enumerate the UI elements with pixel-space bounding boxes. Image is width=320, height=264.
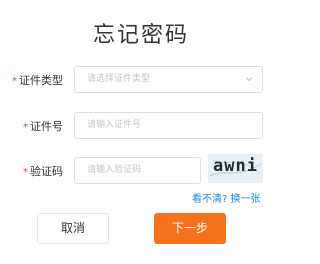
id-type-placeholder: 请选择证件类型 — [87, 74, 151, 84]
chevron-down-icon — [245, 77, 253, 82]
id-type-label-group: * 证件类型 — [12, 72, 63, 88]
id-number-input[interactable]: 请输入证件号 — [74, 112, 263, 139]
captcha-text: awni — [213, 156, 258, 176]
id-number-label-group: * 证件号 — [23, 118, 63, 134]
refresh-captcha-link[interactable]: 看不清? 换一张 — [192, 190, 261, 205]
captcha-image[interactable]: awni — [208, 154, 263, 183]
required-mark: * — [12, 76, 17, 87]
id-number-label: 证件号 — [30, 120, 63, 133]
captcha-label: 验证码 — [30, 165, 63, 178]
id-type-select[interactable]: 请选择证件类型 — [74, 66, 263, 93]
captcha-input[interactable]: 请输入验证码 — [74, 157, 201, 184]
cancel-button[interactable]: 取消 — [37, 213, 109, 244]
id-type-label: 证件类型 — [19, 74, 63, 87]
next-button[interactable]: 下一步 — [154, 213, 226, 244]
required-mark: * — [23, 167, 28, 178]
captcha-label-group: * 验证码 — [23, 163, 63, 179]
forgot-password-page: 忘记密码 * 证件类型 请选择证件类型 * 证件号 请输入证件号 * 验证码 请输入验… — [0, 0, 282, 264]
id-number-placeholder: 请输入证件号 — [87, 120, 142, 130]
captcha-placeholder: 请输入验证码 — [87, 165, 142, 175]
page-title: 忘记密码 — [92, 23, 189, 48]
required-mark: * — [23, 122, 28, 133]
